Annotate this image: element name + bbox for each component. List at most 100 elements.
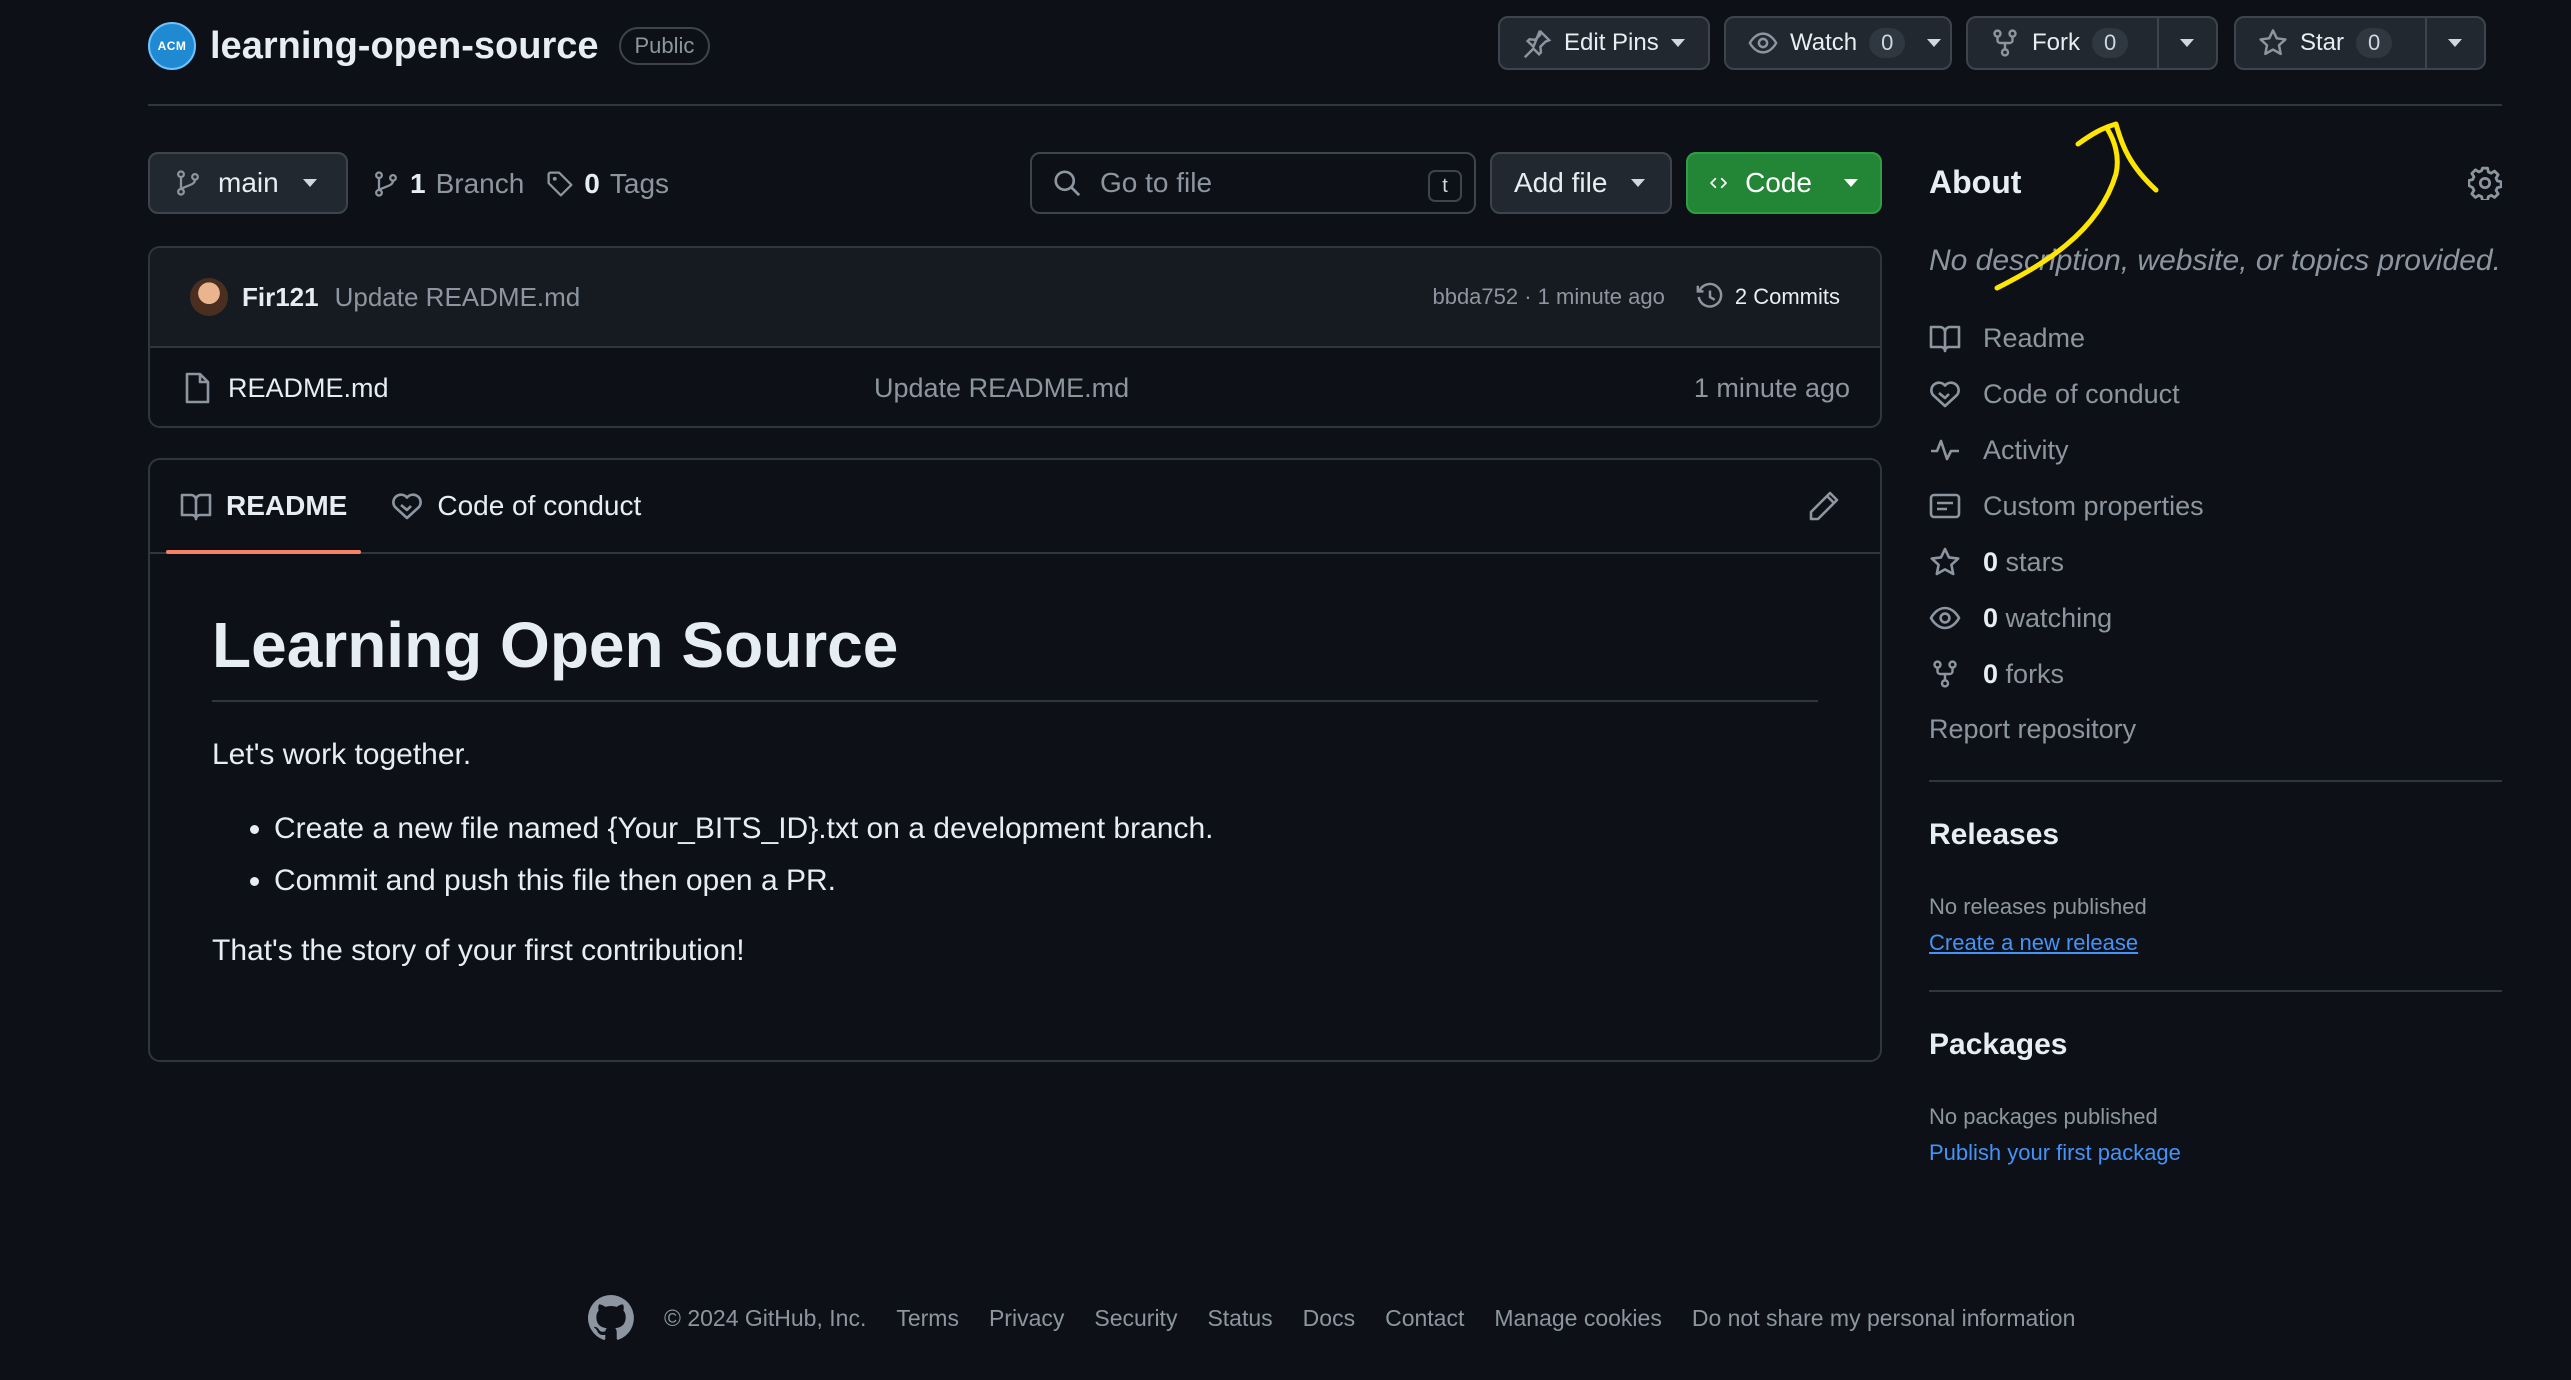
tag-label: Tags bbox=[609, 168, 670, 199]
footer-link-privacy[interactable]: Privacy bbox=[989, 1305, 1064, 1332]
publish-package-link[interactable]: Publish your first package bbox=[1929, 1140, 2181, 1166]
branch-icon bbox=[375, 171, 397, 197]
packages-empty-text: No packages published bbox=[1929, 1104, 2158, 1129]
pencil-icon[interactable] bbox=[1808, 490, 1840, 522]
commit-hash-time[interactable]: bbda752 · 1 minute ago bbox=[1432, 284, 1664, 310]
pin-icon bbox=[1523, 29, 1552, 58]
commits-count: 2 Commits bbox=[1734, 284, 1840, 309]
sidebar-item-label: Readme bbox=[1983, 322, 2086, 353]
org-logo-text: ACM bbox=[157, 39, 187, 53]
org-avatar[interactable]: ACM bbox=[148, 22, 196, 70]
chevron-down-icon bbox=[1844, 179, 1858, 187]
fork-dropdown[interactable] bbox=[2156, 18, 2216, 68]
edit-pins-label: Edit Pins bbox=[1564, 29, 1659, 56]
file-time: 1 minute ago bbox=[1693, 372, 1850, 403]
sidebar-item-stars[interactable]: 0 stars bbox=[1929, 542, 2064, 582]
add-file-button[interactable]: Add file bbox=[1490, 152, 1672, 214]
annotation-arrow bbox=[1994, 121, 2159, 291]
releases-heading[interactable]: Releases bbox=[1929, 818, 2059, 852]
sidebar-item-custom-properties[interactable]: Custom properties bbox=[1929, 486, 2204, 526]
footer-link-manage-cookies[interactable]: Manage cookies bbox=[1494, 1305, 1662, 1332]
chevron-down-icon[interactable] bbox=[1927, 39, 1942, 47]
branch-selector[interactable]: main bbox=[148, 152, 348, 214]
chevron-down-icon bbox=[2448, 39, 2463, 47]
tab-code-of-conduct[interactable]: Code of conduct bbox=[391, 460, 641, 552]
commits-link[interactable]: 2 Commits bbox=[1695, 282, 1840, 312]
footer-link-contact[interactable]: Contact bbox=[1385, 1305, 1464, 1332]
footer-link-do-not-share[interactable]: Do not share my personal information bbox=[1692, 1305, 2076, 1332]
visibility-badge: Public bbox=[618, 27, 711, 65]
branches-link[interactable]: 1 Branch bbox=[372, 168, 524, 200]
tab-coc-label: Code of conduct bbox=[437, 490, 642, 521]
heart-handshake-icon bbox=[392, 493, 423, 520]
branch-label: Branch bbox=[435, 168, 525, 199]
fork-icon bbox=[1993, 29, 2017, 57]
star-counter: 0 bbox=[2356, 28, 2393, 58]
footer-link-status[interactable]: Status bbox=[1207, 1305, 1272, 1332]
fork-label: Fork bbox=[2032, 29, 2080, 56]
github-logo-icon[interactable] bbox=[588, 1295, 634, 1341]
forks-count: 0 bbox=[1983, 658, 1999, 689]
branch-count: 1 bbox=[410, 168, 426, 199]
sidebar-item-forks[interactable]: 0 forks bbox=[1929, 654, 2064, 694]
header-divider bbox=[148, 104, 2502, 106]
commit-author[interactable]: Fir121 bbox=[242, 282, 319, 313]
fork-button[interactable]: Fork 0 bbox=[1966, 16, 2218, 70]
sidebar-item-code-of-conduct[interactable]: Code of conduct bbox=[1929, 374, 2180, 414]
code-icon bbox=[1710, 177, 1727, 189]
watching-label: watching bbox=[2005, 602, 2113, 633]
branch-tag-info: 1 Branch 0 Tags bbox=[372, 160, 669, 208]
sidebar-item-watching[interactable]: 0 watching bbox=[1929, 598, 2112, 638]
star-icon bbox=[1930, 547, 1960, 576]
readme-content: Learning Open Source Let's work together… bbox=[150, 554, 1880, 968]
footer-link-terms[interactable]: Terms bbox=[896, 1305, 959, 1332]
repo-header: ACM learning-open-source Public bbox=[148, 18, 711, 74]
footer-link-docs[interactable]: Docs bbox=[1303, 1305, 1355, 1332]
readme-tabs: README Code of conduct bbox=[150, 460, 1880, 554]
readme-heading: Learning Open Source bbox=[212, 608, 1818, 702]
star-dropdown[interactable] bbox=[2424, 18, 2484, 68]
gear-icon[interactable] bbox=[2468, 166, 2502, 200]
edit-pins-button[interactable]: Edit Pins bbox=[1498, 16, 1710, 70]
chevron-down-icon bbox=[2180, 39, 2195, 47]
list-item: Commit and push this file then open a PR… bbox=[274, 864, 1818, 898]
file-commit-message[interactable]: Update README.md bbox=[874, 373, 1129, 404]
author-avatar[interactable] bbox=[190, 278, 228, 316]
report-repository-link[interactable]: Report repository bbox=[1929, 714, 2136, 745]
add-file-label: Add file bbox=[1514, 167, 1608, 198]
file-table: Fir121 Update README.md bbda752 · 1 minu… bbox=[148, 246, 1882, 428]
code-button[interactable]: Code bbox=[1686, 152, 1882, 214]
table-row[interactable]: README.md Update README.md 1 minute ago bbox=[150, 348, 1880, 426]
history-icon bbox=[1696, 282, 1723, 308]
heart-handshake-icon bbox=[1930, 381, 1960, 408]
go-to-file-input[interactable]: Go to file t bbox=[1030, 152, 1476, 214]
sidebar-item-activity[interactable]: Activity bbox=[1929, 430, 2069, 470]
eye-icon bbox=[1748, 32, 1778, 54]
sidebar-item-readme[interactable]: Readme bbox=[1929, 318, 2085, 358]
sidebar-item-label: Activity bbox=[1983, 434, 2069, 465]
watch-counter: 0 bbox=[1869, 28, 1906, 58]
watch-button[interactable]: Watch 0 bbox=[1724, 16, 1952, 70]
readme-list: Create a new file named {Your_BITS_ID}.t… bbox=[274, 812, 1818, 898]
tag-icon bbox=[547, 171, 573, 197]
star-button[interactable]: Star 0 bbox=[2234, 16, 2486, 70]
watching-count: 0 bbox=[1983, 602, 1999, 633]
book-icon bbox=[1929, 325, 1961, 353]
footer-link-security[interactable]: Security bbox=[1094, 1305, 1177, 1332]
packages-heading[interactable]: Packages bbox=[1929, 1028, 2067, 1062]
repo-name[interactable]: learning-open-source bbox=[210, 25, 599, 68]
tab-readme-label: README bbox=[226, 490, 348, 521]
tag-count: 0 bbox=[584, 168, 600, 199]
star-icon bbox=[2259, 29, 2287, 56]
eye-icon bbox=[1929, 606, 1961, 630]
tags-link[interactable]: 0 Tags bbox=[546, 168, 669, 200]
stars-count: 0 bbox=[1983, 546, 1999, 577]
branch-icon bbox=[177, 170, 199, 196]
tab-readme[interactable]: README bbox=[165, 460, 362, 554]
create-release-link[interactable]: Create a new release bbox=[1929, 930, 2138, 956]
file-name[interactable]: README.md bbox=[228, 373, 389, 404]
stars-label: stars bbox=[2005, 546, 2065, 577]
commit-message[interactable]: Update README.md bbox=[335, 282, 581, 313]
chevron-down-icon bbox=[302, 179, 317, 187]
sidebar-divider bbox=[1929, 780, 2502, 782]
